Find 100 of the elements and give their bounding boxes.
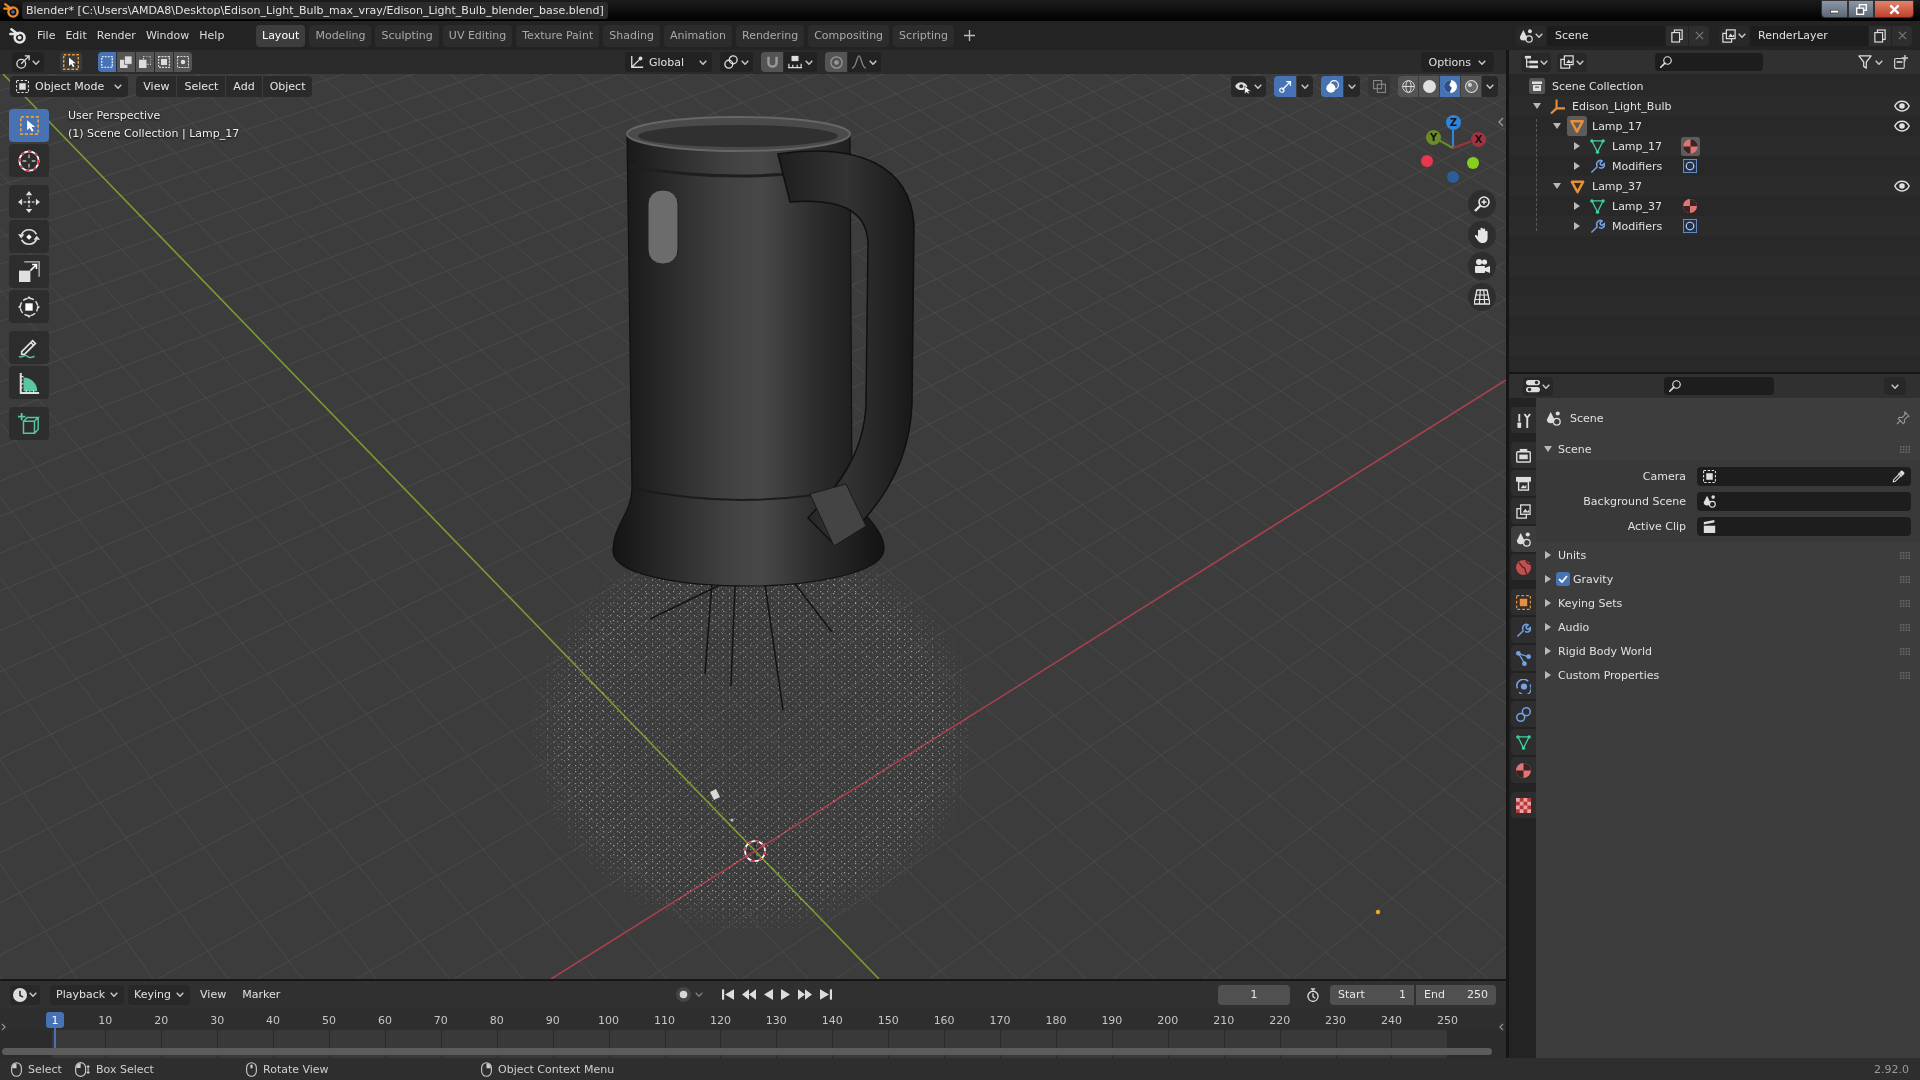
workspace-tab[interactable]: UV Editing bbox=[442, 24, 513, 47]
display-mode-dropdown[interactable] bbox=[1557, 52, 1587, 72]
shading-menu-button[interactable] bbox=[1482, 76, 1498, 97]
outliner-item-label[interactable]: Scene Collection bbox=[1552, 80, 1644, 92]
pin-icon[interactable] bbox=[1896, 411, 1910, 425]
wrench-icon[interactable] bbox=[1589, 218, 1605, 234]
outliner-item-label[interactable]: Modifiers bbox=[1612, 160, 1663, 172]
checkbox[interactable] bbox=[1556, 572, 1570, 586]
disclosure-triangle-icon[interactable] bbox=[1574, 202, 1580, 210]
camera-field[interactable] bbox=[1697, 466, 1911, 486]
properties-tab[interactable] bbox=[1511, 673, 1536, 699]
workspace-tab[interactable]: Sculpting bbox=[375, 24, 439, 47]
disclosure-triangle-icon[interactable] bbox=[1574, 142, 1580, 150]
box-plus-icon[interactable] bbox=[1894, 55, 1908, 69]
app-logo-icon[interactable] bbox=[9, 27, 26, 44]
shading-mode-button[interactable] bbox=[1419, 76, 1439, 97]
menu-item[interactable]: Select bbox=[177, 76, 226, 97]
clip-field[interactable] bbox=[1697, 516, 1911, 536]
outliner-item-label[interactable]: Lamp_17 bbox=[1592, 120, 1643, 132]
properties-tab[interactable] bbox=[1511, 407, 1536, 433]
tool-button[interactable] bbox=[9, 331, 49, 364]
options-dropdown[interactable]: Options bbox=[1420, 52, 1494, 72]
remove-button[interactable] bbox=[1689, 25, 1709, 46]
menu-item[interactable]: Window bbox=[140, 24, 195, 47]
pivot-dropdown[interactable] bbox=[720, 52, 754, 72]
filter-dropdown[interactable] bbox=[1855, 52, 1886, 72]
menu-dropdown[interactable]: Keying bbox=[128, 984, 191, 1005]
shading-mode-button[interactable] bbox=[1461, 76, 1481, 97]
tool-button[interactable] bbox=[9, 407, 49, 440]
proportional-editing-toggle[interactable] bbox=[825, 52, 848, 72]
menu-item[interactable]: Edit bbox=[60, 24, 92, 47]
mesh-triangle-icon[interactable] bbox=[1589, 138, 1605, 154]
search-field[interactable] bbox=[1663, 377, 1774, 395]
drag-handle-icon[interactable] bbox=[1900, 599, 1910, 607]
properties-tab[interactable] bbox=[1511, 589, 1536, 615]
disclosure-triangle-icon[interactable] bbox=[1533, 103, 1541, 109]
properties-tab[interactable] bbox=[1511, 617, 1536, 643]
workspace-tab[interactable]: Animation bbox=[663, 24, 732, 47]
gizmo-menu-button[interactable] bbox=[1297, 76, 1313, 97]
options-dropdown[interactable] bbox=[1884, 377, 1906, 395]
disclosure-triangle-icon[interactable] bbox=[1553, 123, 1561, 129]
tool-button[interactable] bbox=[9, 144, 49, 177]
properties-tab[interactable] bbox=[1511, 701, 1536, 727]
active-tool-button[interactable] bbox=[60, 52, 82, 72]
properties-tab[interactable] bbox=[1511, 792, 1536, 818]
tool-button[interactable] bbox=[9, 255, 49, 288]
checkered-ball-icon[interactable] bbox=[1680, 136, 1700, 156]
tool-button[interactable] bbox=[9, 366, 49, 399]
outliner-item-label[interactable]: Lamp_17 bbox=[1612, 140, 1663, 152]
tool-button[interactable] bbox=[9, 290, 49, 323]
snap-toggle[interactable] bbox=[761, 52, 784, 72]
duplicate-button[interactable] bbox=[1869, 25, 1891, 46]
view-layer-browse-button[interactable] bbox=[1719, 25, 1749, 46]
gizmo-toggle[interactable] bbox=[1274, 76, 1296, 97]
menu-item[interactable]: Marker bbox=[236, 984, 287, 1005]
archive-box-icon[interactable] bbox=[1529, 78, 1545, 94]
orientation-dropdown[interactable]: Global bbox=[624, 52, 713, 72]
view-layer-name-field[interactable]: RenderLayer bbox=[1750, 25, 1868, 46]
triangle-icon[interactable] bbox=[1569, 178, 1585, 194]
axis-handle[interactable]: Z bbox=[1446, 115, 1461, 130]
end-frame-field[interactable]: End 250 bbox=[1416, 984, 1496, 1005]
maximize-button[interactable] bbox=[1848, 0, 1874, 18]
viewport-panel[interactable]: Object Mode View Select Add Object User Perspective (1) Scene Collection | Lamp_17 Z Y X bbox=[0, 74, 1506, 979]
remove-button[interactable] bbox=[1892, 25, 1912, 46]
auto-keying-toggle[interactable] bbox=[673, 984, 693, 1005]
editor-type-button[interactable] bbox=[1521, 52, 1551, 72]
disclosure-triangle-icon[interactable] bbox=[1574, 222, 1580, 230]
menu-item[interactable]: Render bbox=[91, 24, 141, 47]
workspace-tab[interactable]: Modeling bbox=[309, 24, 372, 47]
selection-mode-button[interactable] bbox=[98, 52, 116, 72]
wrench-icon[interactable] bbox=[1589, 158, 1605, 174]
drag-handle-icon[interactable] bbox=[1900, 445, 1910, 453]
disclosure-triangle-icon[interactable] bbox=[1574, 162, 1580, 170]
tool-button[interactable] bbox=[9, 220, 49, 253]
start-frame-field[interactable]: Start 1 bbox=[1330, 984, 1414, 1005]
menu-item[interactable]: Add bbox=[226, 76, 262, 97]
eye-icon[interactable] bbox=[1894, 180, 1910, 192]
disclosure-triangle-icon[interactable] bbox=[1553, 183, 1561, 189]
ring-square-icon[interactable] bbox=[1683, 219, 1697, 233]
minimize-button[interactable] bbox=[1821, 0, 1848, 18]
chevron-left-icon[interactable] bbox=[1498, 117, 1504, 127]
outliner-item-label[interactable]: Modifiers bbox=[1612, 220, 1663, 232]
mesh-triangle-icon[interactable] bbox=[1589, 198, 1605, 214]
drag-handle-icon[interactable] bbox=[1900, 671, 1910, 679]
shading-mode-button[interactable] bbox=[1398, 76, 1418, 97]
drag-handle-icon[interactable] bbox=[1900, 575, 1910, 583]
outliner-item-label[interactable]: Edison_Light_Bulb bbox=[1572, 100, 1672, 112]
scene-browse-button[interactable] bbox=[1516, 25, 1546, 46]
xray-toggle[interactable] bbox=[1368, 76, 1390, 97]
drag-handle-icon[interactable] bbox=[1900, 551, 1910, 559]
menu-item[interactable]: View bbox=[136, 76, 177, 97]
properties-tab[interactable] bbox=[1511, 645, 1536, 671]
projection-toggle[interactable] bbox=[1468, 283, 1496, 311]
camera-view-button[interactable] bbox=[1468, 252, 1496, 280]
workspace-tab[interactable]: Texture Paint bbox=[516, 24, 600, 47]
zoom-button[interactable] bbox=[1468, 190, 1496, 218]
chevron-right-icon[interactable] bbox=[1, 1023, 6, 1031]
workspace-tab[interactable]: Scripting bbox=[893, 24, 955, 47]
eye-icon[interactable] bbox=[1894, 100, 1910, 112]
menu-dropdown[interactable]: Playback bbox=[50, 984, 125, 1005]
